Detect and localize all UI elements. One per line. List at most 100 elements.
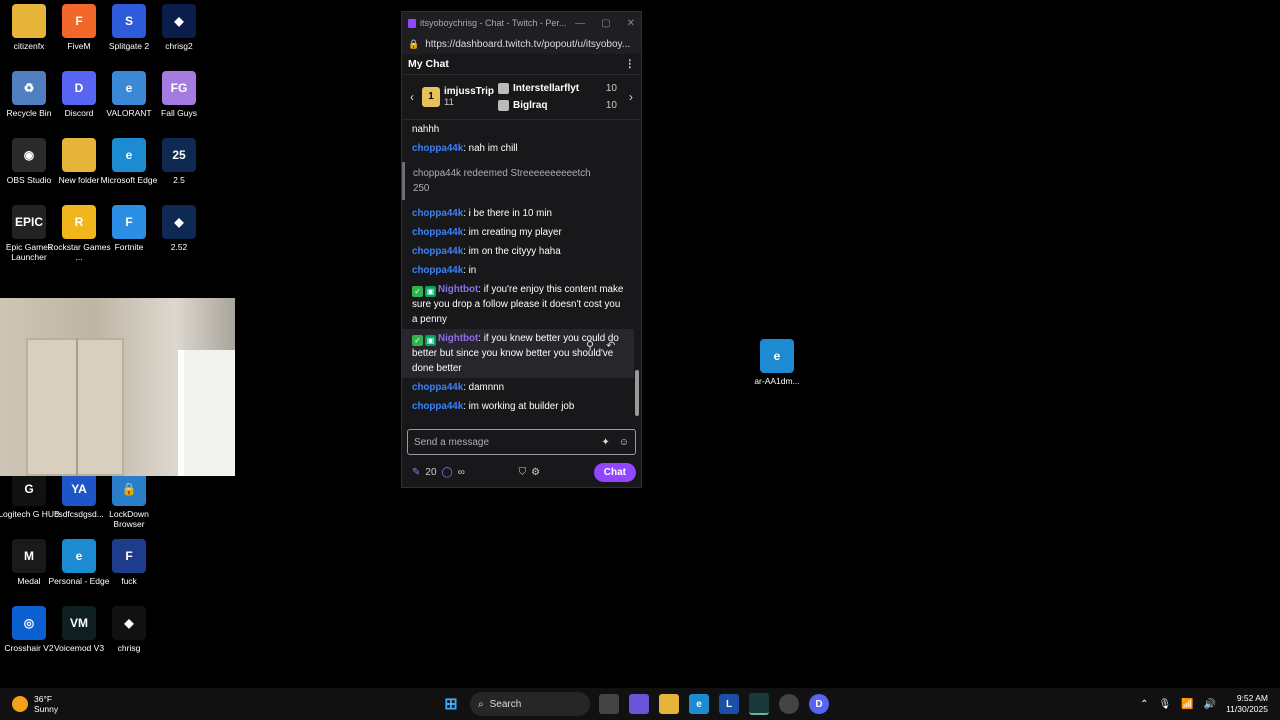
chevron-left-icon[interactable]: ‹: [402, 90, 422, 104]
chevron-up-icon[interactable]: ⌃: [1140, 699, 1148, 710]
redemption-message[interactable]: choppa44k redeemed Streeeeeeeeeetch 250: [402, 162, 628, 200]
verified-badge-icon[interactable]: ✓: [412, 286, 423, 297]
start-icon[interactable]: ⊞: [441, 694, 461, 714]
chat-input[interactable]: Send a message ✦ ☺: [407, 429, 636, 455]
window-titlebar[interactable]: itsyoboychrisg - Chat - Twitch - Per... …: [402, 12, 641, 34]
app-icon: F: [62, 4, 96, 38]
leaderboard-first[interactable]: 1 imjussTrip 11: [422, 86, 498, 108]
app-l-icon[interactable]: L: [719, 694, 739, 714]
chrome-icon[interactable]: [779, 694, 799, 714]
chat-message[interactable]: choppa44k: im working at builder job: [402, 397, 634, 416]
task-view-icon[interactable]: [599, 694, 619, 714]
terminal-icon[interactable]: [749, 693, 769, 715]
chat-message[interactable]: choppa44k: i be there in 10 min: [402, 204, 634, 223]
gift-icon: 1: [422, 87, 440, 107]
chat-message[interactable]: ✓ ▣ Nightbot: if you knew better you could…: [402, 329, 634, 378]
message-username[interactable]: choppa44k: [412, 401, 463, 412]
clock-date: 11/30/2025: [1226, 704, 1268, 714]
message-username[interactable]: choppa44k: [412, 382, 463, 393]
chat-message[interactable]: choppa44k: im on the cityyy haha: [402, 242, 634, 261]
shield-icon[interactable]: ⛉: [519, 467, 527, 478]
verified-badge-icon[interactable]: ✓: [412, 335, 423, 346]
bits-icon[interactable]: ✦: [601, 437, 609, 448]
mic-icon[interactable]: 🎙: [1158, 699, 1171, 710]
gift-icon: [498, 83, 509, 94]
app-icon: FG: [162, 71, 196, 105]
chat-message-list[interactable]: nahhh choppa44k: nah im chill choppa44k re…: [402, 120, 634, 426]
reply-icon[interactable]: ↶: [606, 339, 615, 352]
weather-desc: Sunny: [34, 704, 59, 714]
message-username[interactable]: Nightbot: [438, 333, 478, 344]
bot-badge-icon[interactable]: ▣: [425, 286, 436, 297]
desktop-icon[interactable]: 🔒 LockDown Browser: [97, 472, 161, 529]
minimize-icon[interactable]: —: [575, 18, 585, 29]
bot-badge-icon[interactable]: ▣: [425, 335, 436, 346]
url-text[interactable]: https://dashboard.twitch.tv/popout/u/its…: [425, 39, 630, 50]
message-text: : im creating my player: [463, 227, 562, 238]
chat-header-title: My Chat: [408, 58, 449, 70]
message-text: : im working at builder job: [463, 401, 575, 412]
chat-scrollbar[interactable]: [635, 120, 639, 426]
settings-gear-icon[interactable]: ⚙: [531, 467, 540, 478]
discord-icon[interactable]: D: [809, 694, 829, 714]
chat-window[interactable]: itsyoboychrisg - Chat - Twitch - Per... …: [401, 11, 642, 488]
leaderboard-second[interactable]: Interstellarflyt 10: [498, 80, 621, 97]
app-icon: F: [112, 205, 146, 239]
app-icon: ♻: [12, 71, 46, 105]
desktop-icon-label: fuck: [121, 576, 137, 586]
close-icon[interactable]: ✕: [627, 18, 635, 29]
desktop-icon[interactable]: FG Fall Guys: [147, 71, 211, 118]
redemption-cost: 250: [413, 183, 430, 194]
chat-send-button[interactable]: Chat: [593, 462, 636, 482]
desktop-icon-label: chrisg2: [165, 41, 193, 51]
pin-icon[interactable]: ⚲: [586, 339, 594, 352]
chat-message[interactable]: choppa44k: damnnn: [402, 378, 634, 397]
message-username[interactable]: choppa44k: [412, 143, 463, 154]
chat-message[interactable]: choppa44k: nah im chill: [402, 139, 634, 158]
address-bar[interactable]: 🔒 https://dashboard.twitch.tv/popout/u/i…: [402, 34, 641, 54]
app-icon: S: [112, 4, 146, 38]
desktop-icon[interactable]: Ffuck: [97, 539, 161, 586]
chat-message[interactable]: nahhh: [402, 120, 634, 139]
chat-message[interactable]: choppa44k: im creating my player: [402, 223, 634, 242]
desktop-icon[interactable]: ◆ chrisg: [97, 606, 161, 653]
maximize-icon[interactable]: ▢: [601, 18, 610, 29]
chevron-right-icon[interactable]: ›: [621, 90, 641, 104]
message-username[interactable]: choppa44k: [412, 208, 463, 219]
chat-message[interactable]: choppa44k: in: [402, 261, 634, 280]
clock[interactable]: 9:52 AM 11/30/2025: [1226, 693, 1268, 715]
leaderboard-third[interactable]: Biglraq 10: [498, 97, 621, 114]
edge-icon[interactable]: e: [689, 694, 709, 714]
emote-icon[interactable]: ☺: [619, 437, 629, 448]
message-actions: ⚲ ↶: [586, 339, 615, 352]
webcam-overlay: [0, 298, 235, 476]
weather-temp: 36°F: [34, 694, 53, 704]
app-icon: e: [760, 339, 794, 373]
circle-icon: ◯: [441, 466, 453, 478]
desktop-icon-label: LockDown Browser: [109, 509, 149, 529]
desktop-icon[interactable]: ◆ chrisg2: [147, 4, 211, 51]
volume-icon[interactable]: 🔊: [1204, 699, 1216, 710]
copilot-icon[interactable]: [629, 694, 649, 714]
channel-points-count[interactable]: 20: [425, 467, 436, 478]
desktop-icon[interactable]: ◆ 2.52: [147, 205, 211, 252]
channel-points-icon[interactable]: ✎: [412, 467, 420, 478]
scroll-thumb[interactable]: [635, 370, 639, 416]
app-icon: YA: [62, 472, 96, 506]
message-username[interactable]: choppa44k: [412, 265, 463, 276]
taskbar-search[interactable]: ⌕ Search: [470, 692, 590, 716]
message-username[interactable]: choppa44k: [412, 227, 463, 238]
file-explorer-icon[interactable]: [659, 694, 679, 714]
chat-message[interactable]: ✓ ▣ Nightbot: if you're enjoy this content…: [402, 280, 634, 329]
message-username[interactable]: Nightbot: [438, 284, 478, 295]
message-username[interactable]: choppa44k: [412, 246, 463, 257]
weather-widget[interactable]: 36°F Sunny: [0, 694, 212, 714]
app-icon: ◉: [12, 138, 46, 172]
desktop-icon[interactable]: e ar-AA1dm...: [745, 339, 809, 386]
window-title: itsyoboychrisg - Chat - Twitch - Per...: [420, 18, 567, 28]
taskbar: 36°F Sunny ⊞ ⌕ Search e L D ⌃ 🎙 📶 🔊 9:52…: [0, 688, 1280, 720]
desktop-icon[interactable]: 25 2.5: [147, 138, 211, 185]
wifi-icon[interactable]: 📶: [1181, 699, 1193, 710]
message-text: : nah im chill: [463, 143, 518, 154]
more-options-icon[interactable]: ⋮: [625, 58, 636, 70]
